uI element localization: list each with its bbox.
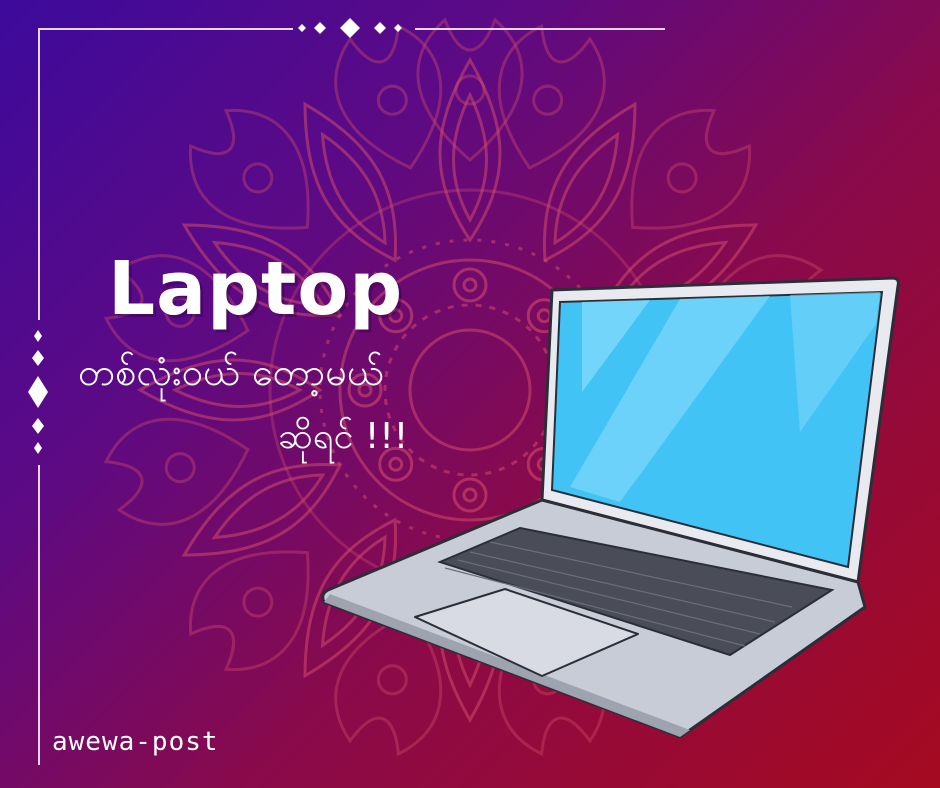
footer-tag: awewa-post — [52, 727, 219, 757]
frame-top-line-left — [38, 28, 293, 30]
diamond-ornament-icon — [298, 18, 402, 38]
frame-left-line-bottom — [38, 465, 40, 765]
frame-left-line-top — [38, 28, 40, 320]
laptop-illustration-icon — [321, 276, 900, 739]
frame-top-line-right — [415, 28, 665, 30]
diamond-ornament-icon — [28, 330, 48, 454]
poster-canvas: Laptop တစ်လုံးဝယ် တော့မယ် ဆိုရင် !!! awe… — [0, 0, 940, 788]
